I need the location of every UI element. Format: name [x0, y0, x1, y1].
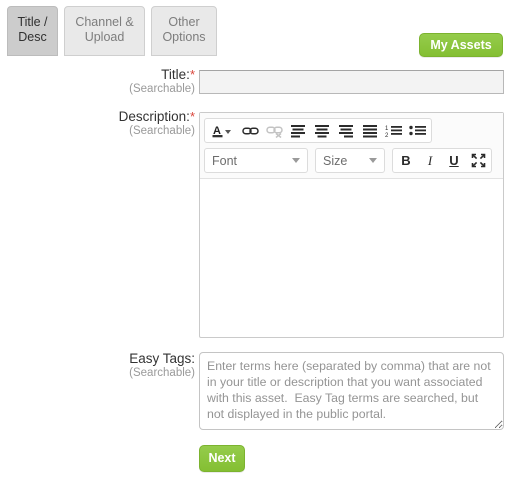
align-center-icon[interactable] — [310, 120, 334, 141]
title-label-text: Title: — [161, 67, 190, 82]
svg-text:1: 1 — [385, 126, 389, 132]
numbered-list-icon[interactable]: 1 2 — [382, 120, 406, 141]
align-left-icon[interactable] — [286, 120, 310, 141]
align-justify-icon[interactable] — [358, 120, 382, 141]
chevron-down-icon — [369, 158, 377, 163]
tab-channel-upload-line1: Channel & — [75, 15, 134, 29]
next-button[interactable]: Next — [199, 445, 245, 472]
title-sublabel: (Searchable) — [129, 83, 195, 95]
title-input[interactable] — [199, 70, 504, 94]
title-label-block: Title:* (Searchable) — [55, 67, 195, 96]
bulleted-list-icon[interactable] — [406, 120, 430, 141]
my-assets-button[interactable]: My Assets — [419, 33, 503, 57]
font-family-select[interactable]: Font — [204, 148, 308, 173]
underline-button[interactable]: U — [442, 150, 466, 171]
title-required-marker: * — [189, 67, 195, 82]
italic-button[interactable]: I — [418, 150, 442, 171]
font-size-select-label: Size — [323, 153, 348, 168]
chevron-down-icon — [292, 158, 300, 163]
toolbar-group-format: A 1 2 — [204, 118, 432, 143]
text-color-icon[interactable]: A — [206, 120, 238, 141]
toolbar-group-style: B I U — [392, 148, 492, 173]
align-right-icon[interactable] — [334, 120, 358, 141]
tab-channel-upload[interactable]: Channel & Upload — [64, 6, 145, 56]
tab-title-desc-line2: Desc — [18, 30, 47, 44]
bold-button[interactable]: B — [394, 150, 418, 171]
easy-tags-label-block: Easy Tags: (Searchable) — [55, 351, 195, 380]
italic-label: I — [427, 153, 433, 168]
tab-other-options[interactable]: Other Options — [151, 6, 217, 56]
tab-title-desc[interactable]: Title / Desc — [7, 6, 58, 56]
tab-other-options-line1: Other — [168, 15, 200, 29]
title-label: Title:* — [55, 67, 195, 82]
tab-channel-upload-line2: Upload — [84, 30, 125, 44]
maximize-icon[interactable] — [466, 150, 490, 171]
easy-tags-textarea[interactable] — [199, 352, 504, 430]
unlink-icon — [262, 120, 286, 141]
font-size-select[interactable]: Size — [315, 148, 385, 173]
description-label-text: Description: — [118, 109, 190, 124]
description-label: Description:* — [55, 109, 195, 124]
tab-title-desc-line1: Title / — [17, 15, 48, 29]
easy-tags-sublabel: (Searchable) — [129, 367, 195, 379]
underline-label: U — [449, 153, 459, 168]
description-required-marker: * — [189, 109, 195, 124]
bold-label: B — [401, 153, 411, 168]
editor-toolbar-row-1: A 1 2 — [204, 118, 499, 143]
editor-toolbar: A 1 2 Font Size B I U — [200, 113, 503, 179]
description-rich-text-editor: A 1 2 Font Size B I U — [199, 112, 504, 338]
font-family-select-label: Font — [212, 153, 238, 168]
description-sublabel: (Searchable) — [129, 125, 195, 137]
easy-tags-label: Easy Tags: — [129, 351, 195, 366]
description-editor-body[interactable] — [200, 179, 503, 331]
editor-toolbar-row-2: Font Size B I U — [204, 148, 499, 173]
tab-other-options-line2: Options — [162, 30, 206, 44]
svg-text:2: 2 — [385, 133, 389, 138]
description-label-block: Description:* (Searchable) — [55, 109, 195, 138]
link-icon[interactable] — [238, 120, 262, 141]
